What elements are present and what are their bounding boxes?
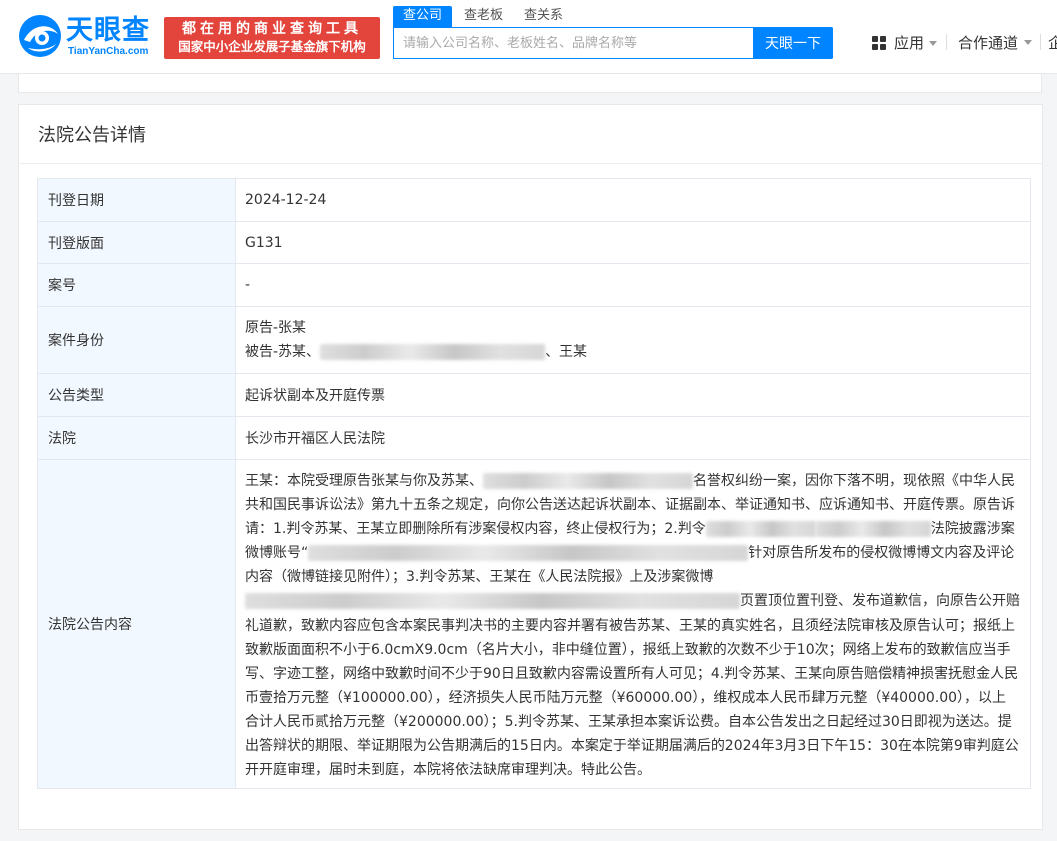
defendant-line: 被告-苏某、 、王某 [245, 340, 1020, 364]
defendant-prefix: 被告-苏某、 [245, 344, 321, 360]
content-part-1: 王某：本院受理原告张某与你及苏某、 [245, 473, 483, 489]
publish-date-value: 2024-12-24 [235, 178, 1031, 222]
table-row: 法院公告内容 王某：本院受理原告张某与你及苏某、 名誉权纠纷一案，因你下落不明，现… [37, 458, 1031, 790]
logo-text: 天眼查 [66, 15, 150, 46]
notice-type-value: 起诉状副本及开庭传票 [235, 373, 1031, 417]
logo-eye-icon [19, 15, 61, 57]
redacted-text [308, 545, 749, 562]
previous-section-strip [18, 74, 1042, 93]
slogan-line-1: 都在用的商业查询工具 [182, 21, 362, 37]
logo-domain: TianYanCha.com [68, 46, 149, 57]
publish-date-label: 刊登日期 [37, 178, 236, 222]
table-row: 案件身份 原告-张某 被告-苏某、 、王某 [37, 306, 1031, 374]
title-divider [19, 163, 1042, 164]
redacted-text [320, 344, 546, 360]
top-header: 天眼查 TianYanCha.com 都在用的商业查询工具 国家中小企业发展子基… [0, 0, 1057, 74]
defendant-suffix: 、王某 [545, 344, 588, 360]
chevron-down-icon [1024, 40, 1033, 45]
tab-boss[interactable]: 查老板 [464, 6, 503, 28]
search-input[interactable] [394, 28, 754, 58]
case-identity-label: 案件身份 [37, 306, 236, 374]
notice-content-value: 王某：本院受理原告张某与你及苏某、 名誉权纠纷一案，因你下落不明，现依照《中华人民… [235, 458, 1031, 790]
slogan-line-2: 国家中小企业发展子基金旗下机构 [178, 39, 366, 54]
tab-relation[interactable]: 查关系 [524, 6, 563, 28]
table-row: 刊登日期 2024-12-24 [37, 178, 1031, 222]
tab-company[interactable]: 查公司 [393, 6, 453, 28]
table-row: 刊登版面 G131 [37, 221, 1031, 264]
nav-divider [946, 34, 947, 50]
publish-page-label: 刊登版面 [37, 221, 236, 264]
apps-grid-icon [872, 36, 887, 51]
court-notice-card: 法院公告详情 刊登日期 2024-12-24 刊登版面 G131 案号 - 案件… [18, 104, 1043, 830]
search-button[interactable]: 天眼一下 [753, 27, 833, 59]
chevron-down-icon [929, 41, 937, 46]
content-part-5: 页置顶位置刊登、发布道歉信，向原告公开赔礼道歉，致歉内容应包含本案民事判决书的主… [245, 593, 1020, 779]
search-box: 天眼一下 [393, 27, 833, 59]
redacted-text [705, 521, 816, 538]
publish-page-value: G131 [235, 221, 1031, 264]
case-identity-value: 原告-张某 被告-苏某、 、王某 [235, 306, 1031, 374]
nav-enterprise[interactable]: 企 [1048, 33, 1057, 53]
table-row: 法院 长沙市开福区人民法院 [37, 416, 1031, 460]
notice-detail-table: 刊登日期 2024-12-24 刊登版面 G131 案号 - 案件身份 原告-张… [37, 178, 1031, 790]
table-row: 公告类型 起诉状副本及开庭传票 [37, 373, 1031, 417]
redacted-text [245, 593, 740, 610]
redacted-text [483, 473, 693, 489]
nav-divider [1040, 34, 1041, 50]
plaintiff-line: 原告-张某 [245, 320, 307, 336]
court-value: 长沙市开福区人民法院 [235, 416, 1031, 460]
tianyancha-logo[interactable]: 天眼查 TianYanCha.com [18, 14, 158, 60]
case-number-value: - [235, 263, 1031, 307]
court-label: 法院 [37, 416, 236, 460]
nav-apps-label: 应用 [894, 34, 925, 52]
notice-type-label: 公告类型 [37, 373, 236, 417]
redacted-text [815, 521, 931, 538]
slogan-banner: 都在用的商业查询工具 国家中小企业发展子基金旗下机构 [164, 17, 380, 59]
table-row: 案号 - [37, 263, 1031, 307]
page-title: 法院公告详情 [38, 125, 146, 146]
notice-content-label: 法院公告内容 [37, 458, 236, 790]
case-number-label: 案号 [37, 263, 236, 307]
nav-cooperation[interactable]: 合作通道 [958, 33, 1033, 53]
nav-coop-label: 合作通道 [958, 34, 1019, 52]
